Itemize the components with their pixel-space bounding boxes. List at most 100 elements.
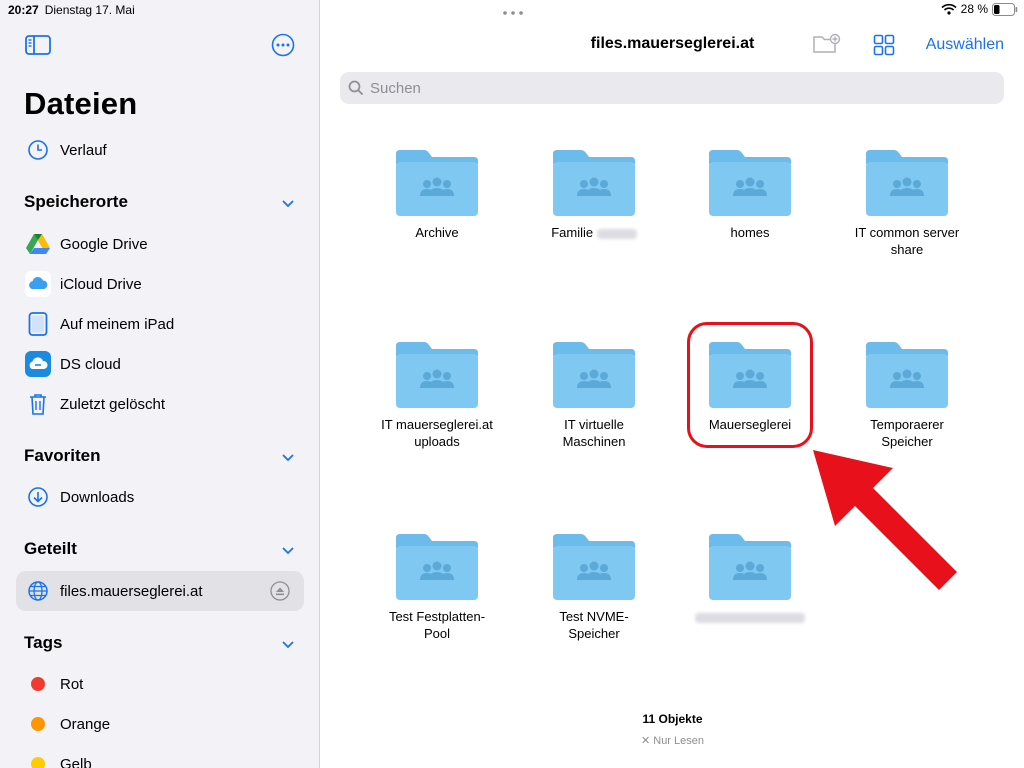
sidebar-title: Dateien	[24, 86, 138, 121]
sidebar-item-label: Gelb	[60, 755, 92, 768]
sidebar-item-label: DS cloud	[60, 355, 121, 373]
grid-view-icon[interactable]	[873, 34, 895, 56]
folder-item[interactable]: IT virtuelle Maschinen	[524, 340, 664, 450]
tag-dot-yellow	[24, 750, 52, 768]
search-input[interactable]	[370, 79, 970, 97]
sidebar-item-tag-red[interactable]: Rot	[16, 664, 304, 704]
folder-item[interactable]: Archive	[367, 148, 507, 241]
icloud-icon	[24, 270, 52, 298]
sidebar-item-label: Downloads	[60, 488, 135, 506]
folder-name-line1: homes	[730, 225, 770, 240]
search-bar[interactable]	[340, 72, 1004, 104]
ds-cloud-icon	[24, 350, 52, 378]
shared-folder-icon	[866, 342, 948, 408]
sidebar-item-label: Rot	[60, 675, 84, 693]
status-time: 20:27	[8, 3, 39, 17]
tag-dot-orange	[24, 710, 52, 738]
sidebar-item-downloads[interactable]: Downloads	[16, 477, 304, 517]
files-app-window: 20:27 Dienstag 17. Mai Dateien Verlauf Sp…	[0, 0, 1024, 768]
folder-name-line1: Temporaerer	[870, 417, 944, 432]
sidebar-toggle-icon[interactable]	[25, 35, 51, 55]
sidebar-item-on-my-ipad[interactable]: Auf meinem iPad	[16, 304, 304, 344]
select-button[interactable]: Auswählen	[926, 36, 1004, 54]
wifi-icon	[941, 3, 957, 15]
globe-icon	[24, 577, 52, 605]
folder-name-line2: uploads	[414, 434, 460, 449]
folder-item[interactable]: Test Festplatten- Pool	[367, 532, 507, 642]
folder-name: Archive	[367, 224, 507, 241]
read-only-label: Nur Lesen	[653, 735, 705, 747]
folder-name-line1: IT common server	[854, 225, 960, 240]
battery-percent: 28 %	[960, 2, 988, 16]
sidebar-item-label: Zuletzt gelöscht	[60, 395, 166, 413]
folder-name-line1: IT mauerseglerei.at	[381, 417, 493, 432]
folder-name-line1: Test NVME-	[559, 609, 629, 624]
highlight-box	[687, 322, 813, 448]
sidebar: 20:27 Dienstag 17. Mai Dateien Verlauf Sp…	[0, 0, 320, 768]
ipad-icon	[24, 310, 52, 338]
sidebar-item-tag-orange[interactable]: Orange	[16, 704, 304, 744]
sidebar-item-files-mauerseglerei[interactable]: files.mauerseglerei.at	[16, 571, 304, 611]
battery-icon	[992, 2, 1018, 16]
shared-folder-icon	[396, 342, 478, 408]
more-options-icon[interactable]	[271, 33, 295, 57]
folder-name-line1: IT virtuelle	[564, 417, 624, 432]
sidebar-item-recently-deleted[interactable]: Zuletzt gelöscht	[16, 384, 304, 424]
status-right: 28 %	[941, 2, 1018, 16]
chevron-down-icon[interactable]	[280, 542, 296, 558]
chevron-down-icon[interactable]	[280, 636, 296, 652]
status-time-date: 20:27 Dienstag 17. Mai	[8, 3, 135, 17]
sidebar-item-recent[interactable]: Verlauf	[16, 130, 304, 170]
folder-name-line2: share	[890, 242, 924, 257]
shared-folder-icon	[396, 534, 478, 600]
shared-folder-icon	[866, 150, 948, 216]
page-title: files.mauerseglerei.at	[590, 35, 755, 52]
main-content: 28 % files.mauerseglerei.at Auswählen Su…	[321, 0, 1024, 768]
eject-icon[interactable]	[270, 581, 290, 601]
search-icon	[348, 80, 364, 96]
folder-item[interactable]: IT common server share	[837, 148, 977, 258]
trash-icon	[24, 390, 52, 418]
folder-item[interactable]: Familie	[524, 148, 664, 241]
folder-name-line1: Archive	[415, 225, 459, 240]
folder-name-line2: Pool	[423, 626, 451, 641]
section-shared: Geteilt	[24, 539, 77, 558]
folder-name-line1: Familie	[551, 225, 594, 240]
sidebar-item-tag-yellow[interactable]: Gelb	[16, 744, 304, 768]
shared-folder-icon	[553, 150, 635, 216]
folder-name	[680, 608, 820, 625]
multitasking-handle-icon[interactable]	[502, 11, 524, 15]
sidebar-item-label: files.mauerseglerei.at	[60, 582, 203, 600]
item-count: 11 Objekte	[642, 712, 703, 726]
folder-item[interactable]: Temporaerer Speicher	[837, 340, 977, 450]
red-arrow-annotation	[813, 450, 957, 590]
sidebar-item-ds-cloud[interactable]: DS cloud	[16, 344, 304, 384]
sidebar-item-google-drive[interactable]: Google Drive	[16, 224, 304, 264]
folder-item[interactable]: homes	[680, 148, 820, 241]
read-only-status: ✕ Nur Lesen	[321, 734, 1024, 747]
folder-name-line2: Speicher	[568, 626, 620, 641]
shared-folder-icon	[553, 534, 635, 600]
section-locations: Speicherorte	[24, 192, 128, 211]
clock-icon	[24, 136, 52, 164]
close-icon: ✕	[640, 735, 651, 747]
shared-folder-icon	[709, 150, 791, 216]
folder-item[interactable]	[680, 532, 820, 625]
shared-folder-icon	[396, 150, 478, 216]
google-drive-icon	[24, 230, 52, 258]
download-icon	[24, 483, 52, 511]
folder-item[interactable]: Test NVME- Speicher	[524, 532, 664, 642]
sidebar-item-icloud[interactable]: iCloud Drive	[16, 264, 304, 304]
shared-folder-icon	[709, 534, 791, 600]
redacted-text	[695, 612, 805, 623]
folder-name: Test Festplatten- Pool	[367, 608, 507, 642]
new-folder-icon[interactable]	[812, 32, 842, 56]
tag-dot-red	[24, 670, 52, 698]
folder-name-line2: Maschinen	[562, 434, 626, 449]
chevron-down-icon[interactable]	[280, 195, 296, 211]
folder-name: IT virtuelle Maschinen	[524, 416, 664, 450]
folder-item[interactable]: IT mauerseglerei.at uploads	[367, 340, 507, 450]
chevron-down-icon[interactable]	[280, 449, 296, 465]
sidebar-item-label: iCloud Drive	[60, 275, 142, 293]
sidebar-item-label: Orange	[60, 715, 111, 733]
